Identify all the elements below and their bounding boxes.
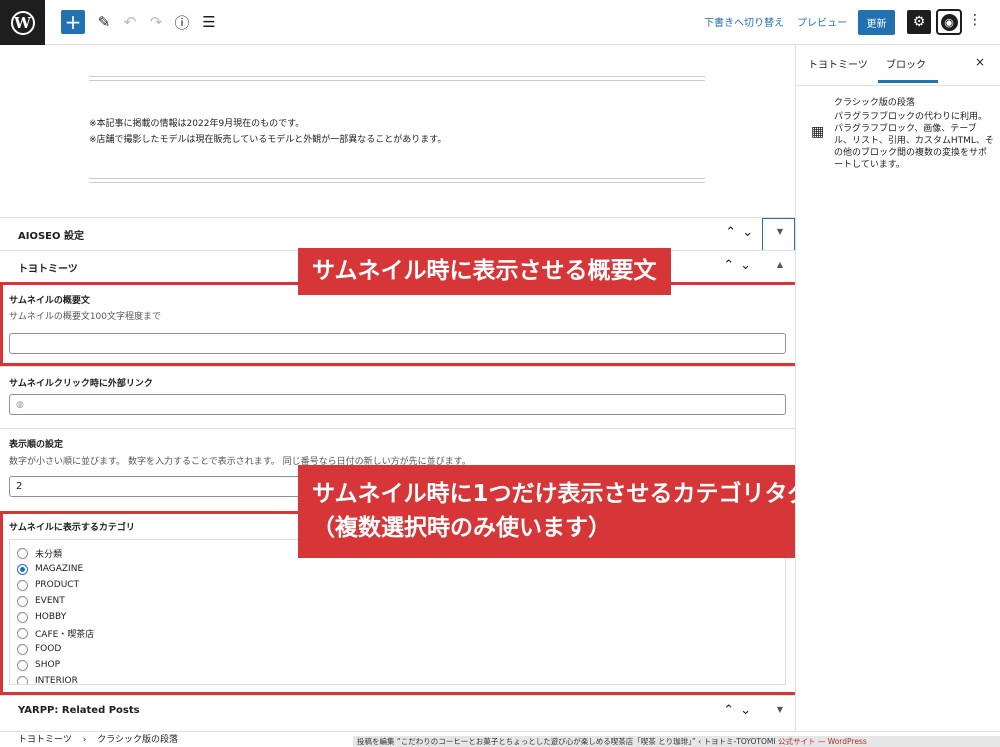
status-site-text: 公式サイト — WordPress xyxy=(777,737,867,746)
yarpp-panel-header[interactable]: YARPP: Related Posts ⌃⌄ ▼ xyxy=(0,695,795,728)
more-options-icon[interactable]: ⋮ xyxy=(968,12,982,28)
edit-tool-icon[interactable]: ✎ xyxy=(92,10,116,34)
divider xyxy=(0,428,795,429)
separator xyxy=(89,76,705,77)
content-note[interactable]: ※店舗で撮影したモデルは現在販売しているモデルと外観が一部異なることがあります。 xyxy=(89,132,446,145)
settings-gear-icon[interactable]: ⚙ xyxy=(907,10,931,34)
preview-link[interactable]: プレビュー xyxy=(797,14,847,29)
tab-post[interactable]: トヨトミーツ xyxy=(808,56,868,71)
top-toolbar: W + ✎ ↶ ↷ ⓘ ☰ 下書きへ切り替え プレビュー 更新 ⚙ ◉ ⋮ xyxy=(0,0,1000,45)
globe-icon: ◍ xyxy=(16,399,24,410)
wordpress-logo-icon[interactable]: W xyxy=(0,0,45,45)
add-block-button[interactable]: + xyxy=(61,10,85,34)
redo-icon[interactable]: ↷ xyxy=(144,10,168,34)
block-title: クラシック版の段落 xyxy=(834,98,915,108)
close-icon[interactable]: × xyxy=(975,55,985,69)
panel-toggle-icon[interactable]: ▼ xyxy=(777,705,783,714)
undo-icon[interactable]: ↶ xyxy=(118,10,142,34)
aioseo-panel-header[interactable]: AIOSEO 設定 ⌃⌄ ▼ xyxy=(0,217,795,251)
info-icon[interactable]: ⓘ xyxy=(170,10,194,34)
divider xyxy=(796,85,1000,86)
editor-area: ※本記事に掲載の情報は2022年9月現在のものです。 ※店舗で撮影したモデルは現… xyxy=(0,45,795,731)
move-arrows-icon[interactable]: ⌃⌄ xyxy=(723,703,757,718)
panel-title: トヨトミーツ xyxy=(18,264,78,275)
separator xyxy=(89,178,705,179)
panel-title: YARPP: Related Posts xyxy=(18,705,140,716)
move-arrows-icon[interactable]: ⌃⌄ xyxy=(725,225,759,240)
move-arrows-icon[interactable]: ⌃⌄ xyxy=(723,258,757,273)
breadcrumb-item[interactable]: トヨトミーツ xyxy=(18,735,72,745)
classic-block-icon: ▦ xyxy=(811,124,825,140)
callout-line: （複数選択時のみ使います） xyxy=(312,515,611,541)
external-link-input[interactable]: ◍ xyxy=(9,394,786,415)
callout-line: サムネイル時に1つだけ表示させるカテゴリタグ xyxy=(312,481,795,507)
annotation-callout: サムネイル時に表示させる概要文 xyxy=(298,248,671,295)
content-note[interactable]: ※本記事に掲載の情報は2022年9月現在のものです。 xyxy=(89,116,304,129)
divider xyxy=(0,366,795,367)
external-link-label: サムネイルクリック時に外部リンク xyxy=(9,379,153,389)
breadcrumb: トヨトミーツ › クラシック版の段落 xyxy=(18,732,178,745)
separator xyxy=(89,182,705,183)
display-order-label: 表示順の設定 xyxy=(9,440,64,450)
settings-sidebar: トヨトミーツ ブロック × ▦ クラシック版の段落 パラグラフブロックの代わりに… xyxy=(795,45,1000,731)
panel-title: AIOSEO 設定 xyxy=(18,231,84,242)
breadcrumb-separator-icon: › xyxy=(82,735,87,745)
separator xyxy=(89,80,705,81)
annotation-callout: サムネイル時に1つだけ表示させるカテゴリタグ （複数選択時のみ使います） xyxy=(298,465,795,558)
browser-status-bar: 投稿を編集 “こだわりのコーヒーとお菓子とちょっとした遊び心が楽しめる喫茶店「喫… xyxy=(353,736,1000,747)
breadcrumb-item[interactable]: クラシック版の段落 xyxy=(97,735,178,745)
tab-block[interactable]: ブロック xyxy=(886,56,926,71)
block-description: パラグラフブロックの代わりに利用。パラグラフブロック、画像、テーブル、リスト、引… xyxy=(834,112,994,170)
list-view-icon[interactable]: ☰ xyxy=(197,10,221,34)
panel-toggle-icon[interactable]: ▲ xyxy=(777,260,783,269)
switch-to-draft-link[interactable]: 下書きへ切り替え xyxy=(704,14,784,29)
active-tab-indicator xyxy=(878,80,938,83)
update-button[interactable]: 更新 xyxy=(858,10,895,35)
panel-toggle-icon[interactable]: ▼ xyxy=(777,227,783,236)
plugin-icon[interactable]: ◉ xyxy=(936,9,962,35)
status-text: 投稿を編集 “こだわりのコーヒーとお菓子とちょっとした遊び心が楽しめる喫茶店「喫… xyxy=(357,737,778,746)
